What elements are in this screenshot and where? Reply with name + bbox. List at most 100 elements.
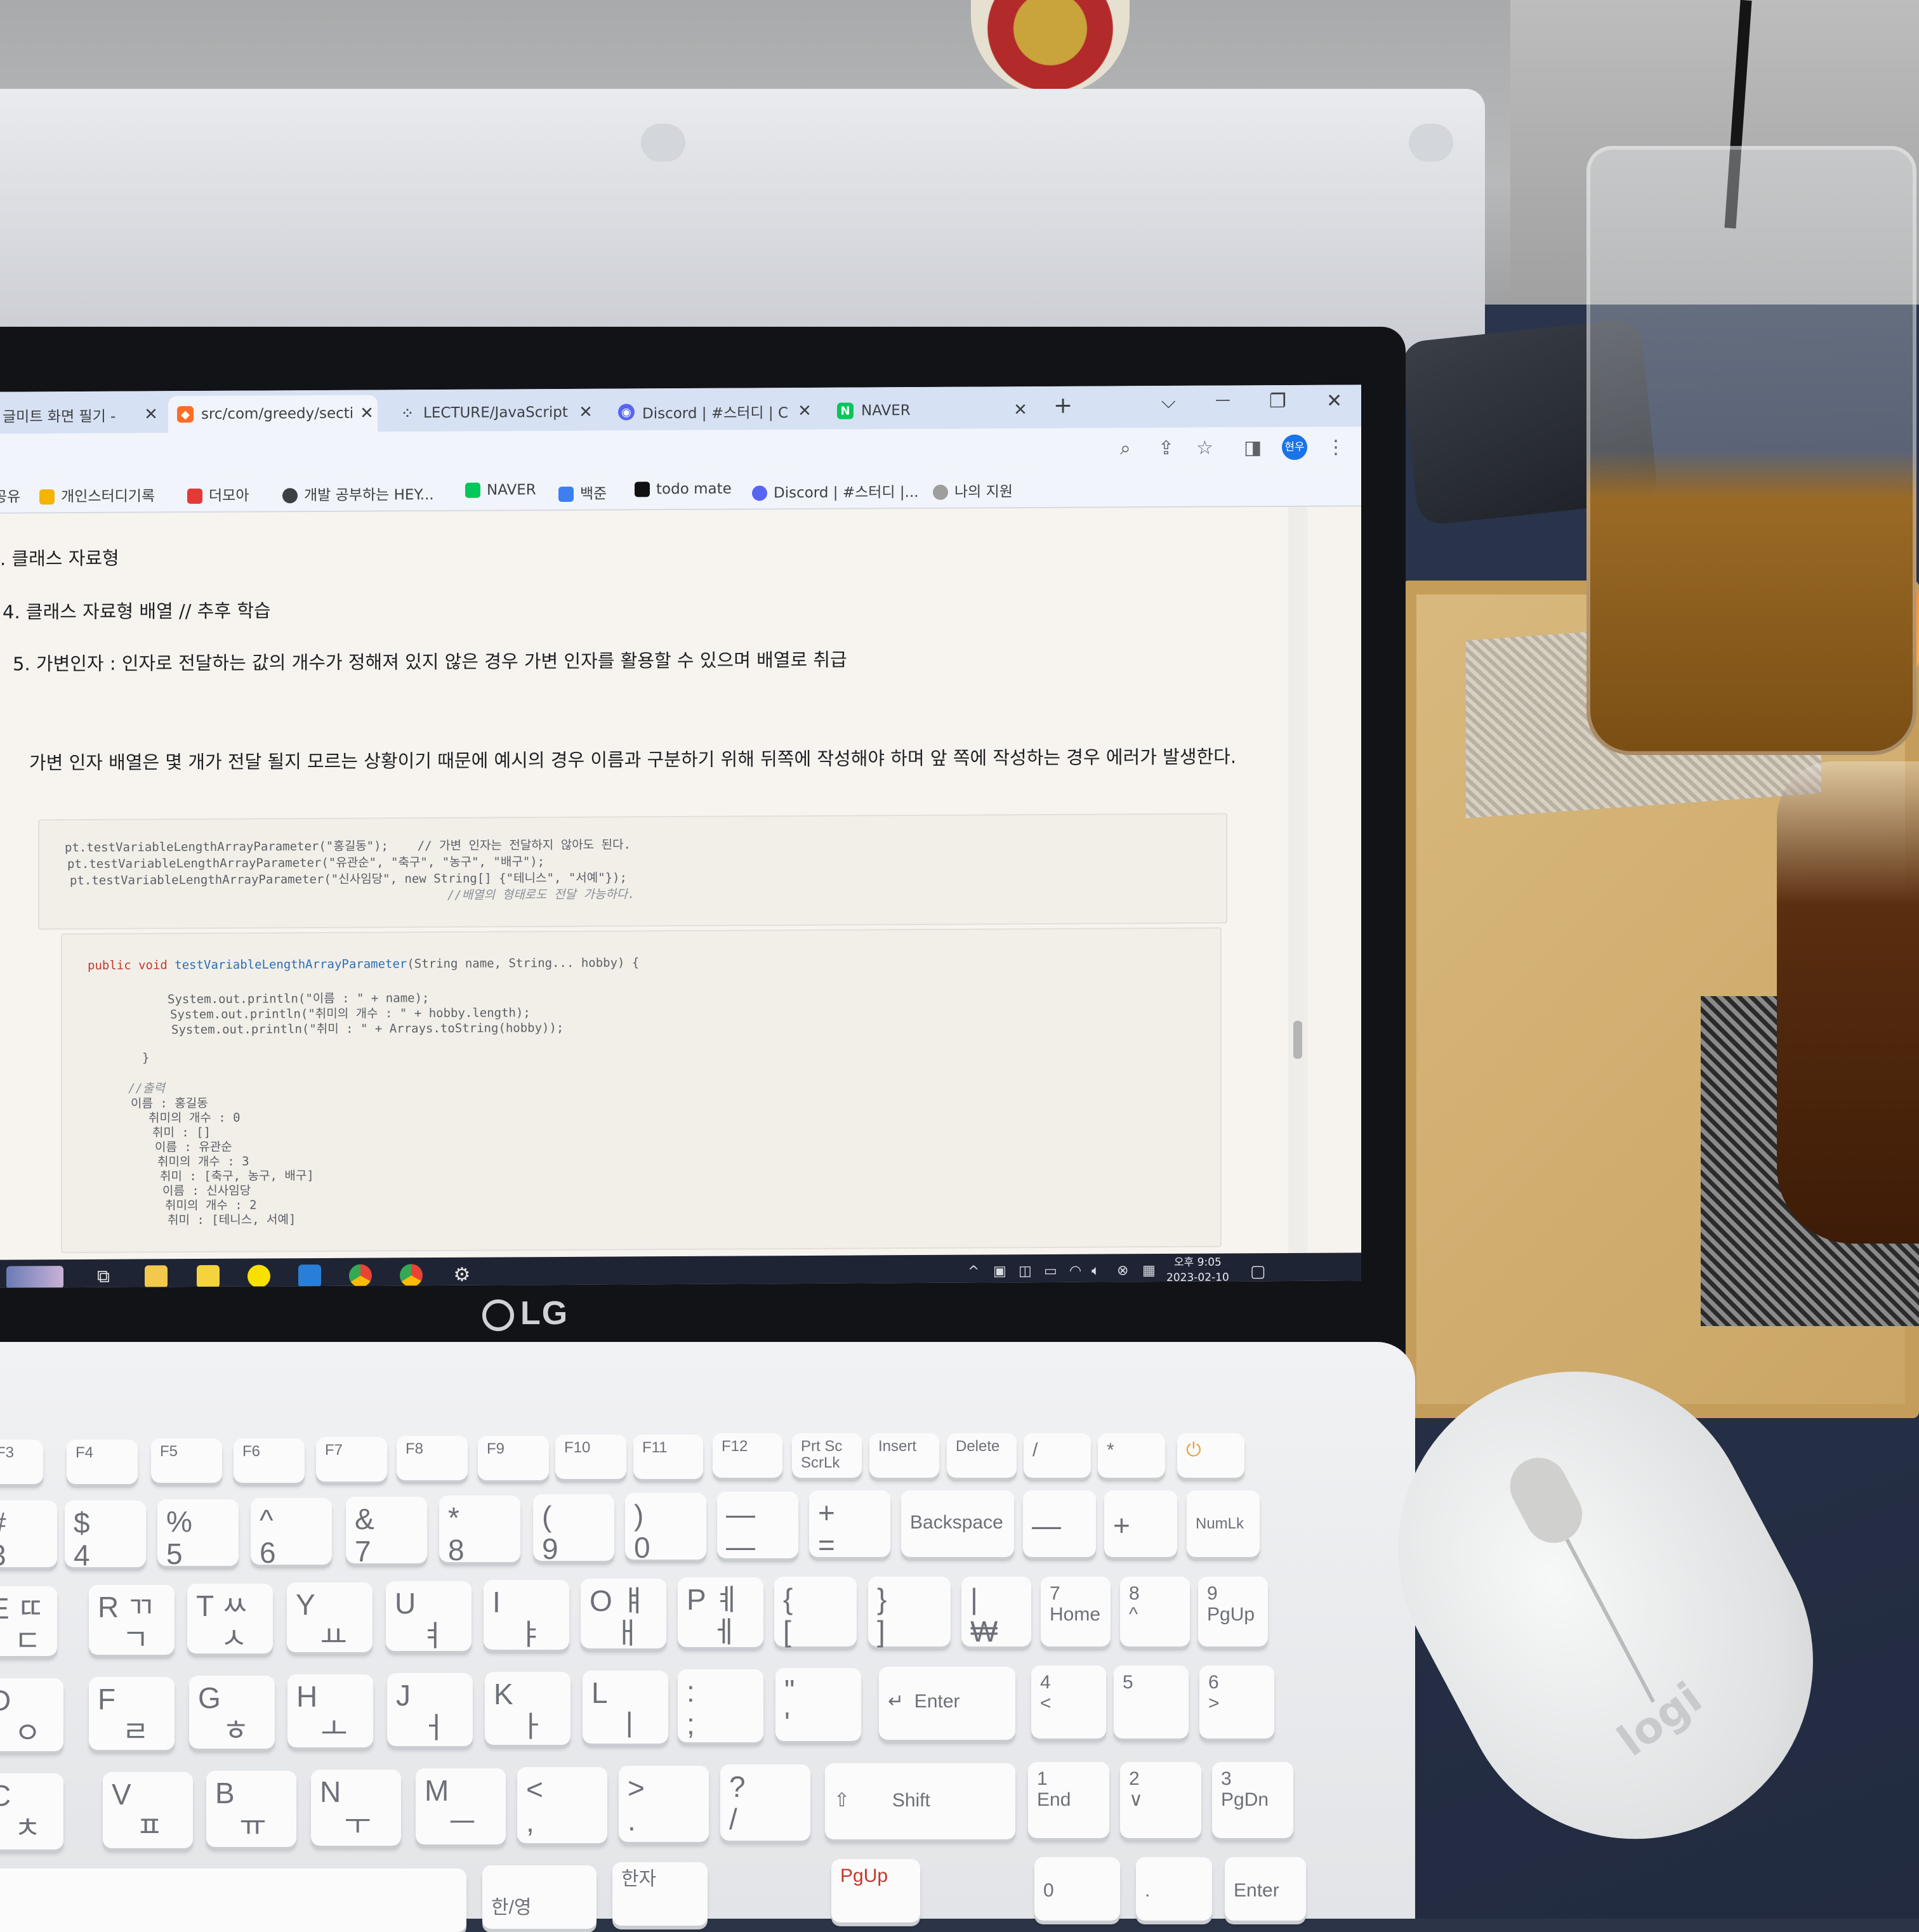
side-panel-icon[interactable]: ◨: [1244, 437, 1262, 459]
bookmark-item[interactable]: NAVER: [465, 482, 536, 499]
code-block-method[interactable]: public void testVariableLengthArrayParam…: [61, 927, 1222, 1254]
settings-icon[interactable]: ⚙: [451, 1264, 473, 1287]
minimize-button[interactable]: —: [1215, 390, 1230, 408]
key-f12[interactable]: F12: [713, 1433, 782, 1478]
key-6[interactable]: ^ 6: [251, 1498, 332, 1568]
key-numpad-enter[interactable]: Enter: [1225, 1857, 1306, 1921]
key-f6[interactable]: F6: [234, 1438, 305, 1483]
key-7[interactable]: & 7: [346, 1497, 427, 1567]
close-window-button[interactable]: ✕: [1326, 390, 1342, 412]
share-icon[interactable]: ⇪: [1158, 437, 1174, 459]
bookmark-item[interactable]: 개인스터디기록: [39, 483, 155, 506]
close-tab-icon[interactable]: ✕: [140, 405, 162, 424]
key-hanja[interactable]: 한자: [612, 1862, 708, 1926]
key-r[interactable]: R ㄲ ㄱ: [89, 1585, 175, 1655]
chevron-up-icon[interactable]: ^: [968, 1264, 979, 1280]
key-d[interactable]: D ㅇ: [0, 1678, 63, 1751]
key-f8[interactable]: F8: [397, 1436, 468, 1480]
key-right-bracket[interactable]: } ]: [868, 1577, 951, 1647]
key-semicolon[interactable]: : ;: [678, 1669, 763, 1742]
key-pgup[interactable]: PgUp: [831, 1859, 920, 1922]
key-u[interactable]: U ㅕ: [386, 1581, 472, 1652]
menu-icon[interactable]: ⋮: [1326, 437, 1345, 459]
key-period[interactable]: > .: [619, 1766, 709, 1842]
key-g[interactable]: G ㅎ: [189, 1676, 275, 1749]
key-comma[interactable]: < ,: [517, 1767, 607, 1843]
key-numpad-2[interactable]: 2 ∨: [1120, 1762, 1201, 1838]
key-o[interactable]: O ㅒ ㅐ: [581, 1579, 666, 1649]
key-m[interactable]: M ㅡ: [416, 1768, 506, 1844]
bookmark-item[interactable]: 개발 공부하는 HEY...: [282, 482, 434, 504]
key-f10[interactable]: F10: [555, 1435, 626, 1479]
key-quote[interactable]: " ': [775, 1668, 861, 1741]
bookmark-star-icon[interactable]: ☆: [1196, 437, 1213, 459]
key-i[interactable]: I ㅑ: [484, 1580, 569, 1650]
tab-2[interactable]: ⁘ LECTURE/JavaScript ✕: [390, 394, 597, 432]
key-5[interactable]: % 5: [157, 1499, 239, 1570]
key-f11[interactable]: F11: [633, 1435, 703, 1479]
key-f3[interactable]: F3: [0, 1440, 43, 1484]
key-space[interactable]: [0, 1869, 466, 1932]
tab-1[interactable]: ◆ src/com/greedy/secti ✕: [168, 395, 378, 433]
key-f[interactable]: F ㄹ: [89, 1677, 175, 1750]
tab-4[interactable]: N NAVER ✕: [828, 391, 1031, 430]
profile-avatar[interactable]: 현우: [1282, 434, 1307, 461]
close-tab-icon[interactable]: ✕: [794, 402, 815, 421]
key-f5[interactable]: F5: [151, 1438, 222, 1483]
file-explorer-icon[interactable]: [145, 1265, 168, 1288]
key-numpad-8[interactable]: 8 ^: [1120, 1577, 1190, 1646]
key-backspace[interactable]: Backspace: [901, 1490, 1014, 1557]
key-numpad-4[interactable]: 4 <: [1031, 1666, 1106, 1738]
notification-icon[interactable]: ▢: [1250, 1262, 1266, 1281]
chrome-icon[interactable]: [349, 1264, 372, 1287]
close-tab-icon[interactable]: ✕: [356, 404, 378, 423]
key-b[interactable]: B ㅠ: [206, 1771, 296, 1847]
taskbar-clock[interactable]: 오후 9:05 2023-02-10: [1166, 1254, 1229, 1285]
mouse-scroll-wheel[interactable]: [1500, 1447, 1592, 1553]
key-l[interactable]: L ㅣ: [583, 1671, 668, 1744]
key-enter[interactable]: ↵ Enter: [879, 1667, 1015, 1740]
bookmark-item[interactable]: 더모아: [187, 483, 249, 506]
key-0[interactable]: ) 0: [625, 1493, 706, 1563]
key-print-screen[interactable]: Prt Sc ScrLk: [792, 1433, 862, 1478]
key-multiply[interactable]: *: [1098, 1433, 1165, 1478]
key-y[interactable]: Y ㅛ: [287, 1582, 373, 1653]
battery-icon[interactable]: ▭: [1044, 1263, 1057, 1279]
tab-3[interactable]: ◉ Discord | #스터디 | C ✕: [609, 393, 815, 431]
chrome-icon[interactable]: [400, 1264, 423, 1287]
key-numpad-5[interactable]: 5: [1114, 1666, 1189, 1738]
key-hangul-toggle[interactable]: 한/영: [482, 1865, 597, 1929]
scrollbar-thumb[interactable]: [1293, 1020, 1302, 1059]
key-numpad-minus[interactable]: —: [1023, 1490, 1096, 1557]
key-v[interactable]: V ㅍ: [103, 1772, 193, 1848]
key-e[interactable]: E ㄸ ㄷ: [0, 1586, 57, 1657]
kakaotalk-icon[interactable]: [247, 1265, 270, 1288]
key-f4[interactable]: F4: [67, 1440, 138, 1484]
key-numlock[interactable]: NumLk: [1187, 1490, 1260, 1557]
key-numpad-period[interactable]: .: [1136, 1857, 1212, 1921]
key-k[interactable]: K ㅏ: [485, 1672, 570, 1745]
restore-button[interactable]: ❐: [1269, 390, 1286, 412]
key-left-bracket[interactable]: { [: [774, 1577, 857, 1647]
key-numpad-6[interactable]: 6 >: [1199, 1666, 1274, 1738]
key-4[interactable]: $ 4: [65, 1501, 146, 1571]
key-divide[interactable]: /: [1024, 1433, 1091, 1478]
bookmark-item[interactable]: 공유: [0, 484, 20, 506]
close-tab-icon[interactable]: ✕: [575, 403, 597, 422]
key-insert[interactable]: Insert: [869, 1433, 939, 1478]
code-block-call[interactable]: pt.testVariableLengthArrayParameter("홍길동…: [38, 813, 1227, 930]
key-c[interactable]: C ㅊ: [0, 1773, 63, 1850]
widgets-icon[interactable]: [6, 1266, 63, 1288]
tab-search-dropdown-icon[interactable]: ⌵: [1161, 391, 1176, 413]
power-button[interactable]: ⏻: [1177, 1433, 1244, 1478]
key-f7[interactable]: F7: [316, 1437, 387, 1482]
task-view-icon[interactable]: ⧉: [92, 1266, 115, 1288]
key-numpad-3[interactable]: 3 PgDn: [1212, 1762, 1293, 1838]
tab-0[interactable]: 글미트 화면 필기 - ✕: [0, 396, 162, 433]
volume-icon[interactable]: 🔈︎: [1091, 1263, 1100, 1279]
key-shift[interactable]: ⇧ Shift: [825, 1763, 1015, 1839]
key-numpad-7[interactable]: 7 Home: [1041, 1577, 1111, 1646]
key-p[interactable]: P ㅖ ㅔ: [678, 1577, 763, 1648]
system-tray-icon[interactable]: ▣: [993, 1263, 1006, 1279]
key-minus[interactable]: — —: [717, 1492, 798, 1562]
